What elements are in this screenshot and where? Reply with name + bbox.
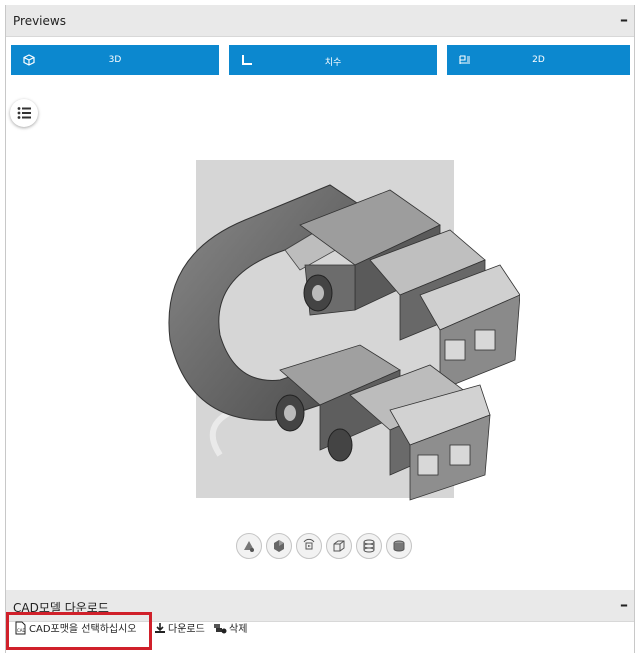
delete-label: 삭제 [229,624,248,635]
tab-2d-label: 2D [532,55,545,65]
download-icon [155,622,165,633]
view-shaded-icon [274,540,284,552]
tab-2d[interactable]: 2D [447,45,630,75]
view-wireframe-button[interactable] [356,533,382,559]
view-rotate-button[interactable] [296,533,322,559]
previews-collapse-button[interactable]: – [620,12,628,28]
tab-dimension-label: 치수 [324,58,342,68]
highlight-box [6,612,152,650]
view-iso-icon [244,541,254,552]
tab-dimension[interactable]: 치수 [229,45,437,75]
list-icon [17,107,31,119]
view-box-button[interactable] [326,533,352,559]
parts-list-button[interactable] [10,99,38,127]
view-rotate-icon [303,538,315,550]
view-mode-toolbar [236,533,412,559]
tab-3d-label: 3D [108,55,122,65]
delete-icon [214,623,227,633]
view-solid-icon [393,540,405,552]
download-link[interactable]: 다운로드 [154,620,205,635]
previews-title: Previews [13,14,66,28]
view-iso-button[interactable] [236,533,262,559]
view-shaded-button[interactable] [266,533,292,559]
tab-3d[interactable]: 3D [11,45,219,75]
cable-chain-model-image [168,184,520,501]
view-wireframe-icon [363,539,375,553]
cad-collapse-button[interactable]: – [620,597,628,613]
previews-header: Previews – [6,5,634,37]
delete-link[interactable]: 삭제 [213,620,247,635]
view-box-icon [333,540,345,552]
view-solid-button[interactable] [386,533,412,559]
download-label: 다운로드 [168,624,205,635]
